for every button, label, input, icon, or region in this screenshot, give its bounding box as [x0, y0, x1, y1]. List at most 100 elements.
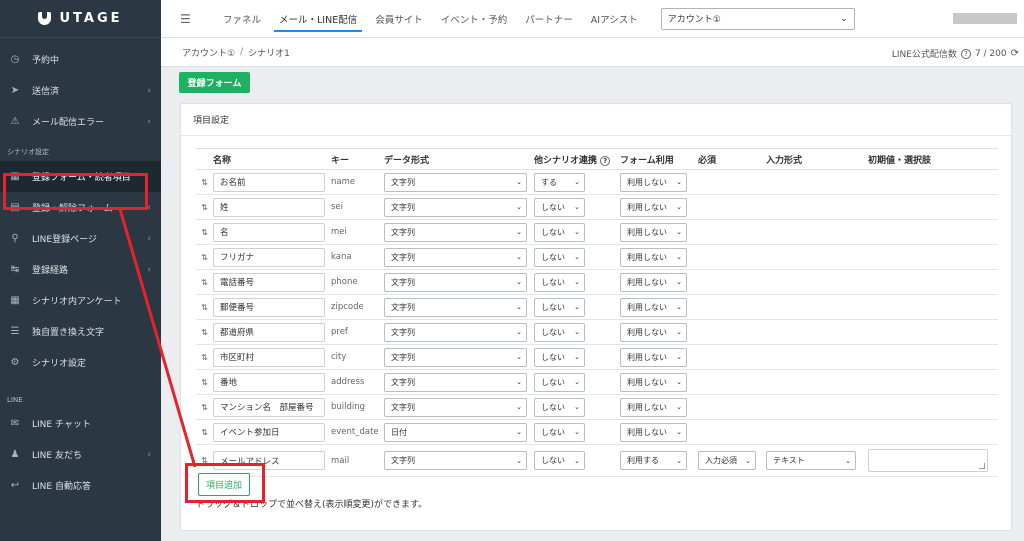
help-icon[interactable]: ?: [960, 48, 971, 59]
other-scenario-select[interactable]: しない ⌄: [534, 372, 585, 392]
other-scenario-select[interactable]: しない ⌄: [534, 297, 585, 317]
sidebar-item[interactable]: ◷ 予約中: [0, 44, 161, 75]
breadcrumb-account[interactable]: アカウント①: [182, 46, 235, 59]
form-use-select[interactable]: 利用しない ⌄: [620, 372, 687, 392]
data-type-select[interactable]: 文字列 ⌄: [384, 297, 527, 317]
other-scenario-select[interactable]: しない ⌄: [534, 272, 585, 292]
top-nav-tab[interactable]: 会員サイト: [366, 0, 432, 38]
data-type-select[interactable]: 文字列 ⌄: [384, 197, 527, 217]
form-use-select[interactable]: 利用しない ⌄: [620, 322, 687, 342]
sidebar-item[interactable]: ⚙ シナリオ設定: [0, 347, 161, 378]
table-row[interactable]: ⇅ 姓 sei 文字列 ⌄ しない ⌄ 利用しない ⌄: [196, 194, 998, 220]
form-use-select[interactable]: 利用しない ⌄: [620, 197, 687, 217]
other-scenario-select[interactable]: しない ⌄: [534, 397, 585, 417]
drag-handle-icon[interactable]: ⇅: [196, 219, 213, 245]
required-select[interactable]: 入力必須 ⌄: [698, 451, 756, 470]
other-scenario-select[interactable]: しない ⌄: [534, 247, 585, 267]
top-nav-tab[interactable]: メール・LINE配信: [270, 0, 366, 38]
data-type-select[interactable]: 文字列 ⌄: [384, 172, 527, 192]
form-use-select[interactable]: 利用しない ⌄: [620, 172, 687, 192]
sidebar-item[interactable]: ↩ LINE 自動応答: [0, 470, 161, 501]
drag-handle-icon[interactable]: ⇅: [196, 344, 213, 370]
field-name-input[interactable]: フリガナ: [213, 247, 325, 267]
field-name-input[interactable]: マンション名 部屋番号: [213, 397, 325, 417]
drag-handle-icon[interactable]: ⇅: [196, 194, 213, 220]
table-row[interactable]: ⇅ 市区町村 city 文字列 ⌄ しない ⌄ 利用しない ⌄: [196, 344, 998, 370]
form-use-select[interactable]: 利用しない ⌄: [620, 397, 687, 417]
data-type-select[interactable]: 文字列 ⌄: [384, 222, 527, 242]
table-row[interactable]: ⇅ 番地 address 文字列 ⌄ しない ⌄ 利用しない ⌄: [196, 369, 998, 395]
table-row[interactable]: ⇅ メールアドレス mail 文字列 ⌄ しない ⌄ 利用する ⌄ 入力必須 ⌄ テキスト ⌄: [196, 444, 998, 477]
drag-handle-icon[interactable]: ⇅: [196, 244, 213, 270]
table-row[interactable]: ⇅ マンション名 部屋番号 building 文字列 ⌄ しない ⌄ 利用しない ⌄: [196, 394, 998, 420]
drag-handle-icon[interactable]: ⇅: [196, 294, 213, 320]
refresh-icon[interactable]: ⟳: [1011, 48, 1019, 59]
sidebar-item[interactable]: ⚲ LINE登録ページ ‹: [0, 223, 161, 254]
sidebar-item[interactable]: ✉ LINE チャット: [0, 408, 161, 439]
table-row[interactable]: ⇅ フリガナ kana 文字列 ⌄ しない ⌄ 利用しない ⌄: [196, 244, 998, 270]
col-key: キー: [331, 148, 384, 170]
top-nav-tab[interactable]: ファネル: [214, 0, 270, 38]
data-type-select[interactable]: 日付 ⌄: [384, 422, 527, 442]
form-use-select[interactable]: 利用しない ⌄: [620, 247, 687, 267]
field-name-input[interactable]: お名前: [213, 172, 325, 192]
data-type-select[interactable]: 文字列 ⌄: [384, 397, 527, 417]
field-name-input[interactable]: 番地: [213, 372, 325, 392]
data-type-select[interactable]: 文字列 ⌄: [384, 372, 527, 392]
table-row[interactable]: ⇅ 郵便番号 zipcode 文字列 ⌄ しない ⌄ 利用しない ⌄: [196, 294, 998, 320]
table-row[interactable]: ⇅ 都道府県 pref 文字列 ⌄ しない ⌄ 利用しない ⌄: [196, 319, 998, 345]
sidebar-item[interactable]: ☰ 独自置き換え文字: [0, 316, 161, 347]
drag-handle-icon[interactable]: ⇅: [196, 269, 213, 295]
user-menu[interactable]: [953, 13, 1017, 24]
hamburger-menu-icon[interactable]: ☰: [180, 12, 200, 26]
form-use-select[interactable]: 利用する ⌄: [620, 451, 687, 470]
field-name-input[interactable]: 名: [213, 222, 325, 242]
table-row[interactable]: ⇅ お名前 name 文字列 ⌄ する ⌄ 利用しない ⌄: [196, 169, 998, 195]
table-row[interactable]: ⇅ 電話番号 phone 文字列 ⌄ しない ⌄ 利用しない ⌄: [196, 269, 998, 295]
field-name-input[interactable]: 市区町村: [213, 347, 325, 367]
top-nav-tab[interactable]: イベント・予約: [432, 0, 517, 38]
top-nav-tab[interactable]: AIアシスト: [582, 0, 647, 38]
field-name-input[interactable]: 郵便番号: [213, 297, 325, 317]
form-use-select[interactable]: 利用しない ⌄: [620, 297, 687, 317]
other-scenario-select[interactable]: しない ⌄: [534, 322, 585, 342]
initial-value-textarea[interactable]: [868, 449, 988, 472]
other-scenario-select[interactable]: する ⌄: [534, 172, 585, 192]
field-name-input[interactable]: 都道府県: [213, 322, 325, 342]
drag-handle-icon[interactable]: ⇅: [196, 369, 213, 395]
form-use-select[interactable]: 利用しない ⌄: [620, 422, 687, 442]
table-row[interactable]: ⇅ イベント参加日 event_date 日付 ⌄ しない ⌄ 利用しない ⌄: [196, 419, 998, 445]
sidebar-item[interactable]: ♟ LINE 友だち ‹: [0, 439, 161, 470]
form-use-select[interactable]: 利用しない ⌄: [620, 272, 687, 292]
input-type-select[interactable]: テキスト ⌄: [766, 451, 856, 470]
form-use-select[interactable]: 利用しない ⌄: [620, 347, 687, 367]
other-scenario-select[interactable]: しない ⌄: [534, 222, 585, 242]
data-type-select[interactable]: 文字列 ⌄: [384, 347, 527, 367]
other-scenario-select[interactable]: しない ⌄: [534, 451, 585, 470]
field-name-input[interactable]: イベント参加日: [213, 422, 325, 442]
top-nav-tab[interactable]: パートナー: [516, 0, 582, 38]
brand-logo[interactable]: UTAGE: [0, 0, 161, 38]
drag-handle-icon[interactable]: ⇅: [196, 394, 213, 420]
data-type-select[interactable]: 文字列 ⌄: [384, 247, 527, 267]
sidebar-item[interactable]: ⚠ メール配信エラー ‹: [0, 106, 161, 137]
sidebar-item[interactable]: ▦ シナリオ内アンケート: [0, 285, 161, 316]
data-type-select[interactable]: 文字列 ⌄: [384, 322, 527, 342]
form-use-select[interactable]: 利用しない ⌄: [620, 222, 687, 242]
drag-handle-icon[interactable]: ⇅: [196, 419, 213, 445]
sidebar-item[interactable]: ➤ 送信済 ‹: [0, 75, 161, 106]
sidebar-item[interactable]: ↹ 登録経路 ‹: [0, 254, 161, 285]
register-form-button[interactable]: 登録フォーム: [179, 72, 250, 93]
other-scenario-select[interactable]: しない ⌄: [534, 422, 585, 442]
drag-handle-icon[interactable]: ⇅: [196, 319, 213, 345]
other-scenario-select[interactable]: しない ⌄: [534, 347, 585, 367]
account-select[interactable]: アカウント① ⌄: [660, 7, 855, 30]
field-name-input[interactable]: 姓: [213, 197, 325, 217]
drag-handle-icon[interactable]: ⇅: [196, 169, 213, 195]
table-row[interactable]: ⇅ 名 mei 文字列 ⌄ しない ⌄ 利用しない ⌄: [196, 219, 998, 245]
data-type-select[interactable]: 文字列 ⌄: [384, 272, 527, 292]
data-type-select[interactable]: 文字列 ⌄: [384, 451, 527, 470]
other-scenario-select[interactable]: しない ⌄: [534, 197, 585, 217]
field-name-input[interactable]: 電話番号: [213, 272, 325, 292]
help-icon[interactable]: ?: [600, 155, 611, 166]
